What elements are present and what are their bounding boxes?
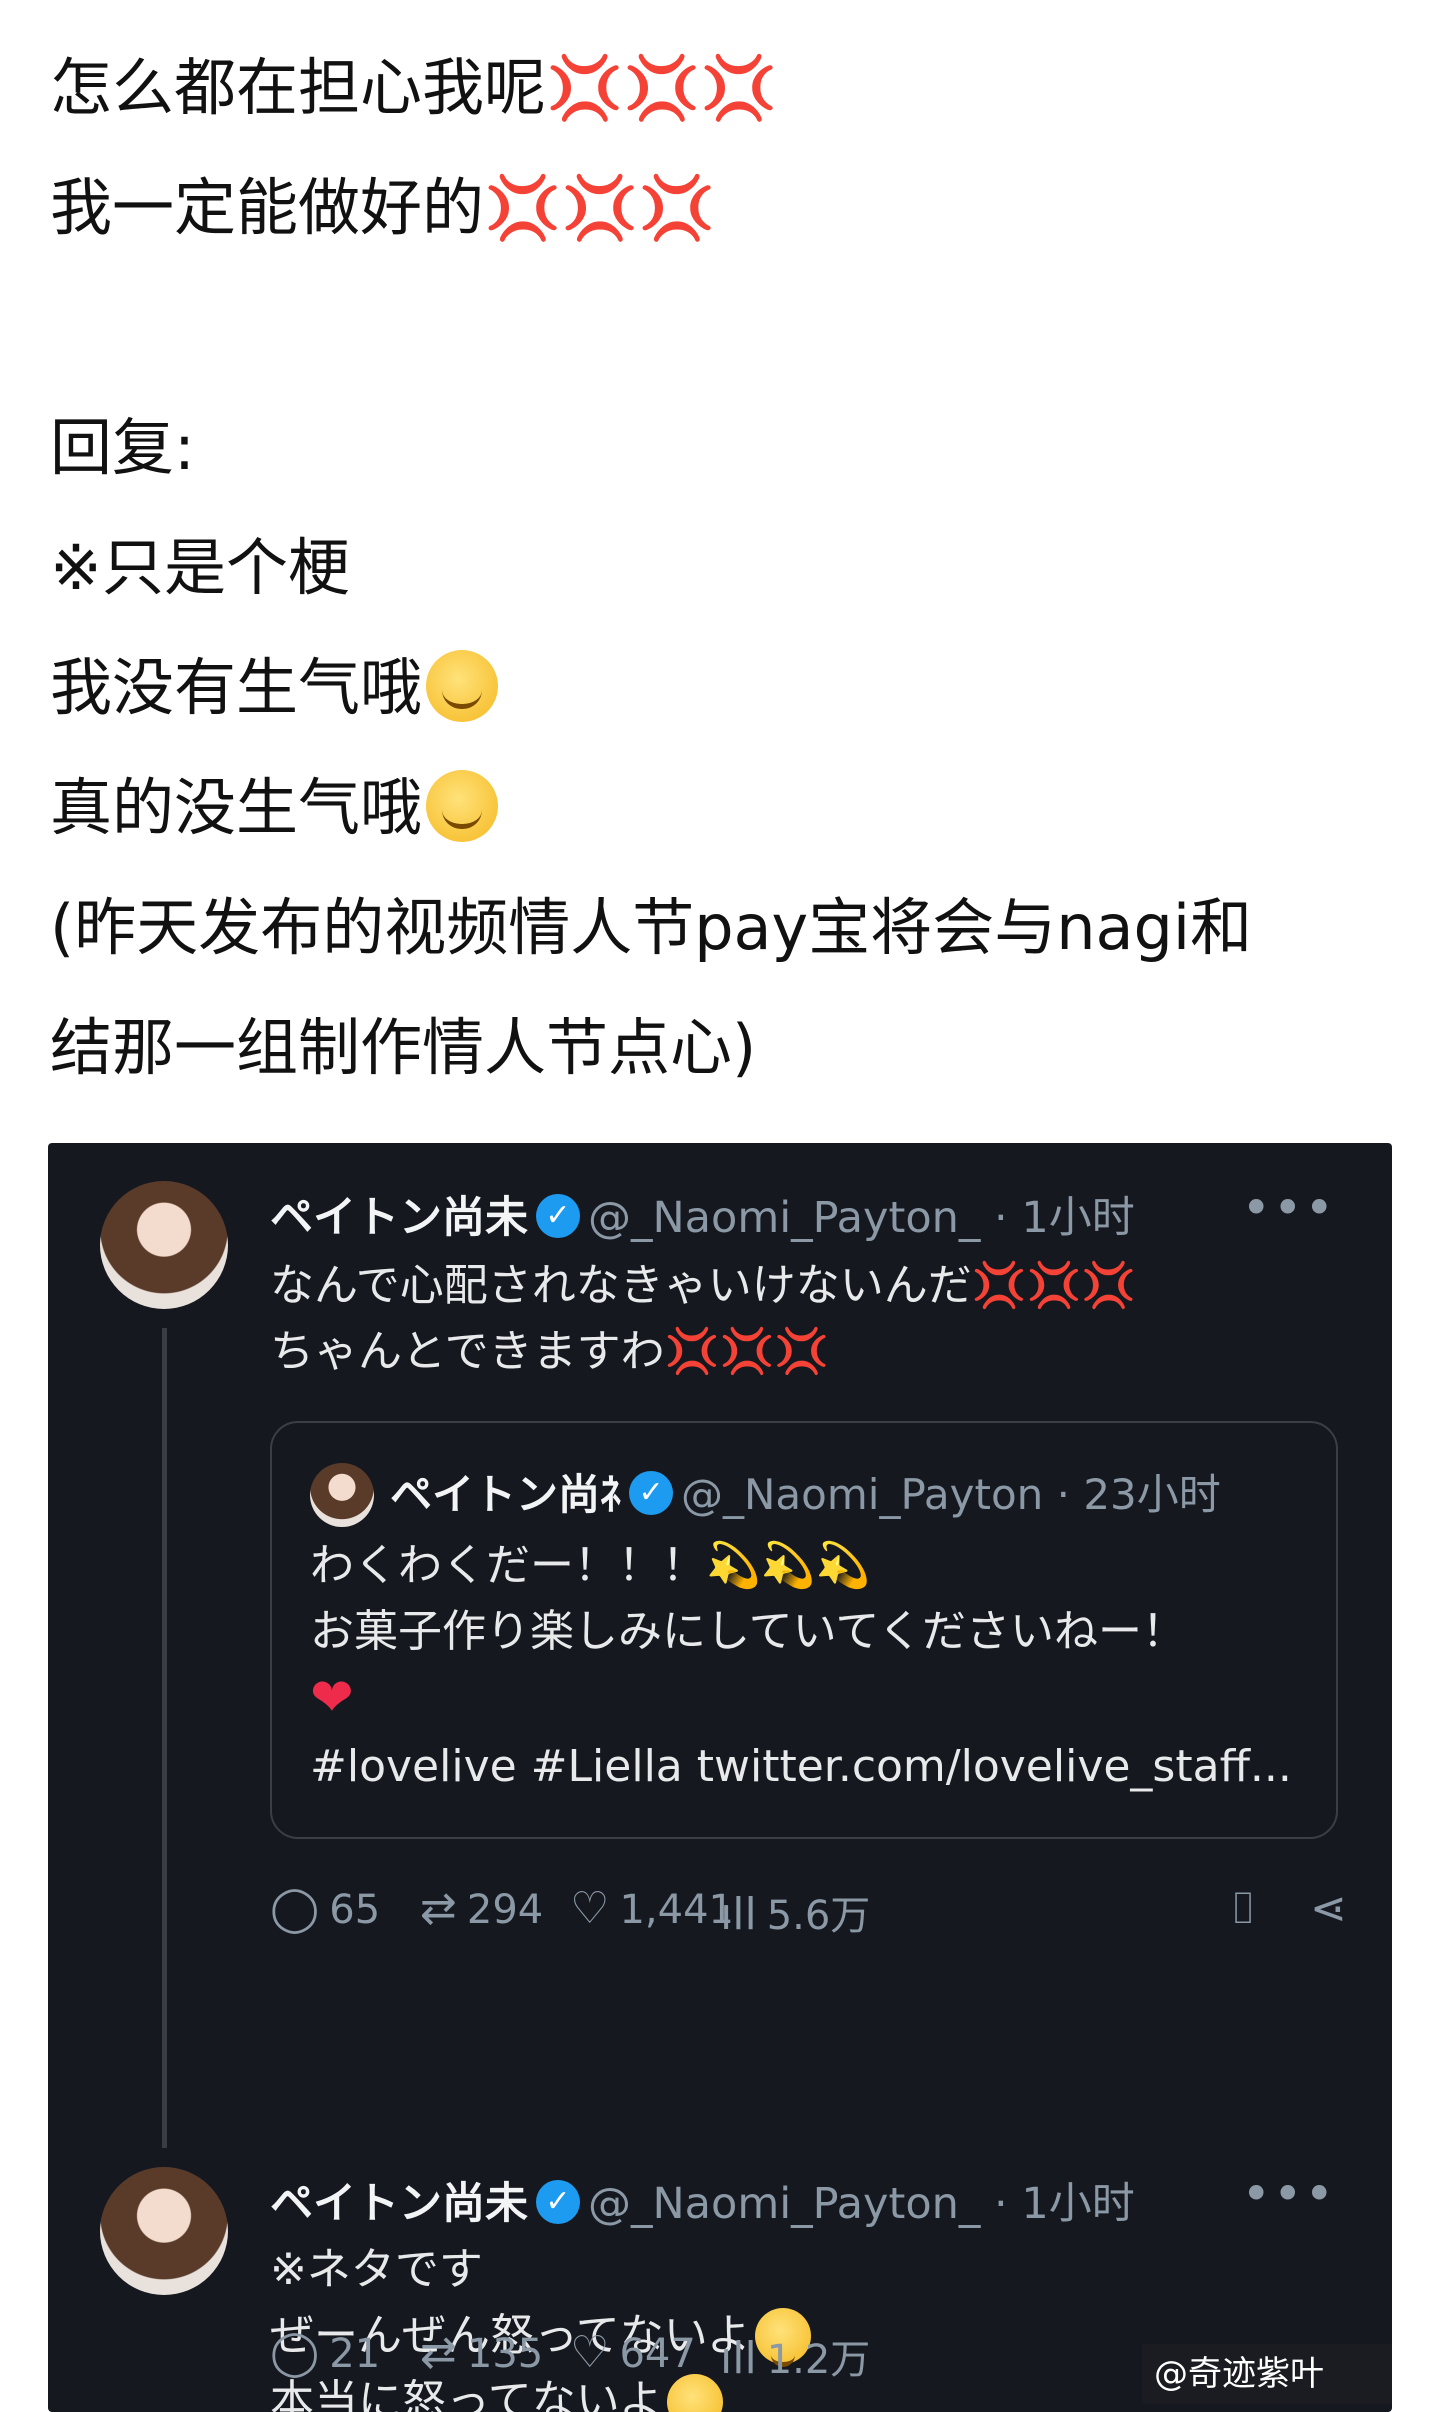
more-options-icon[interactable]: •••	[1242, 1179, 1336, 1237]
quote-tweet[interactable]: ペイトン尚ﾈ ✓ @_Naomi_Payton · 23小时 わくわくだー！！！💫💫…	[270, 1421, 1338, 1839]
quote-line: ❤	[310, 1665, 1292, 1734]
tweet-time[interactable]: · 1小时	[994, 2179, 1135, 2229]
tweet-time[interactable]: · 1小时	[994, 1193, 1135, 1243]
verified-badge-icon: ✓	[536, 2179, 580, 2224]
share-button[interactable]: ⋖	[1310, 1883, 1357, 1934]
anger-emoji: 💢💢💢	[971, 1260, 1137, 1311]
avatar[interactable]	[100, 1181, 228, 1309]
tweet-text: なんで心配されなきゃいけないんだ💢💢💢 ちゃんとできますわ💢💢💢	[270, 1253, 1136, 1385]
retweet-icon: ⇄	[420, 1883, 457, 1934]
author-handle[interactable]: @_Naomi_Payton_	[588, 1193, 980, 1243]
tweet-line: なんで心配されなきゃいけないんだ💢💢💢	[270, 1260, 1137, 1311]
post-line-note-1: (昨天发布的视频情人节pay宝将会与nagi和	[50, 891, 1253, 964]
retweet-button[interactable]: ⇄ 294	[420, 1883, 543, 1934]
heart-icon: ♡	[570, 2327, 610, 2378]
author-name[interactable]: ペイトン尚未	[270, 2179, 528, 2229]
like-button[interactable]: ♡ 1,441	[570, 1883, 734, 1934]
bar-chart-icon: ıll	[720, 1889, 757, 1940]
tweet-header: ペイトン尚未 ✓ @_Naomi_Payton_ · 1小时	[270, 1183, 1135, 1245]
heart-icon: ❤	[310, 1668, 354, 1728]
smiling-face-icon	[426, 649, 499, 722]
quote-text: わくわくだー！！！💫💫💫 お菓子作り楽しみにしていてくださいねー！ ❤ #lov…	[310, 1533, 1292, 1800]
more-options-icon[interactable]: •••	[1242, 2165, 1336, 2223]
tweet-screenshot: ペイトン尚未 ✓ @_Naomi_Payton_ · 1小时 ••• なんで心配され…	[48, 1143, 1392, 2412]
share-icon: ⋖	[1310, 1883, 1347, 1934]
reply-button[interactable]: ◯ 21	[270, 2327, 380, 2378]
bookmark-icon: ⌷	[1230, 1883, 1257, 1934]
retweet-icon: ⇄	[420, 2327, 457, 2378]
quote-line: お菓子作り楽しみにしていてくださいねー！	[310, 1606, 1187, 1657]
verified-badge-icon: ✓	[629, 1470, 674, 1515]
post-text: 怎么都在担心我呢💢💢💢 我一定能做好的💢💢💢 回复: ※只是个梗 我没有生气哦 …	[50, 28, 1410, 1108]
anger-emoji: 💢💢💢	[484, 171, 716, 244]
quote-hashtags[interactable]: #lovelive #Liella twitter.com/lovelive_s…	[310, 1734, 1292, 1800]
like-button[interactable]: ♡ 647	[570, 2327, 696, 2378]
author-handle: @_Naomi_Payton	[681, 1470, 1044, 1519]
post-line-really-not-angry: 真的没生气哦	[50, 748, 1410, 868]
retweet-button[interactable]: ⇄ 135	[420, 2327, 543, 2378]
reply-icon: ◯	[270, 2327, 320, 2378]
quote-header: ペイトン尚ﾈ ✓ @_Naomi_Payton · 23小时	[390, 1461, 1221, 1522]
avatar[interactable]	[100, 2167, 228, 2295]
reply-icon: ◯	[270, 1883, 320, 1934]
post-line-reply: 回复:	[50, 411, 195, 484]
heart-icon: ♡	[570, 1883, 610, 1934]
anger-emoji: 💢💢💢	[664, 1326, 830, 1377]
post-line-note-2: 结那一组制作情人节点心)	[50, 1011, 757, 1084]
views-button[interactable]: ıll 5.6万	[720, 1883, 870, 1941]
author-handle[interactable]: @_Naomi_Payton_	[588, 2179, 980, 2229]
thread-line	[162, 1328, 167, 2148]
avatar	[310, 1463, 374, 1527]
bar-chart-icon: ıll	[720, 2333, 757, 2384]
post-line-meme: ※只是个梗	[50, 531, 350, 604]
tweet-time: · 23小时	[1056, 1470, 1221, 1519]
tweet-actions: ◯ 65 ⇄ 294 ♡ 1,441 ıll 5.6万 ⌷ ⋖	[270, 1883, 1350, 1943]
smiling-face-icon	[426, 769, 499, 842]
author-name[interactable]: ペイトン尚未	[270, 1193, 528, 1243]
reply-button[interactable]: ◯ 65	[270, 1883, 380, 1934]
tweet-line: ※ネタです	[270, 2244, 483, 2295]
quote-line: わくわくだー！！！💫💫💫	[310, 1540, 871, 1591]
bookmark-button[interactable]: ⌷	[1230, 1883, 1266, 1934]
post-line-2: 我一定能做好的💢💢💢	[50, 171, 716, 244]
tweet-line: ちゃんとできますわ💢💢💢	[270, 1326, 830, 1377]
author-name: ペイトン尚ﾈ	[390, 1470, 622, 1519]
views-button[interactable]: ıll 1.2万	[720, 2327, 870, 2385]
weibo-watermark: @奇迹紫叶	[1142, 2344, 1392, 2404]
post-line-not-angry: 我没有生气哦	[50, 628, 1410, 748]
post-line-1: 怎么都在担心我呢💢💢💢	[50, 51, 778, 124]
verified-badge-icon: ✓	[536, 1193, 580, 1238]
tweet-header: ペイトン尚未 ✓ @_Naomi_Payton_ · 1小时	[270, 2169, 1135, 2231]
anger-emoji: 💢💢💢	[546, 51, 778, 124]
dizzy-star-icon: 💫💫💫	[706, 1540, 871, 1591]
